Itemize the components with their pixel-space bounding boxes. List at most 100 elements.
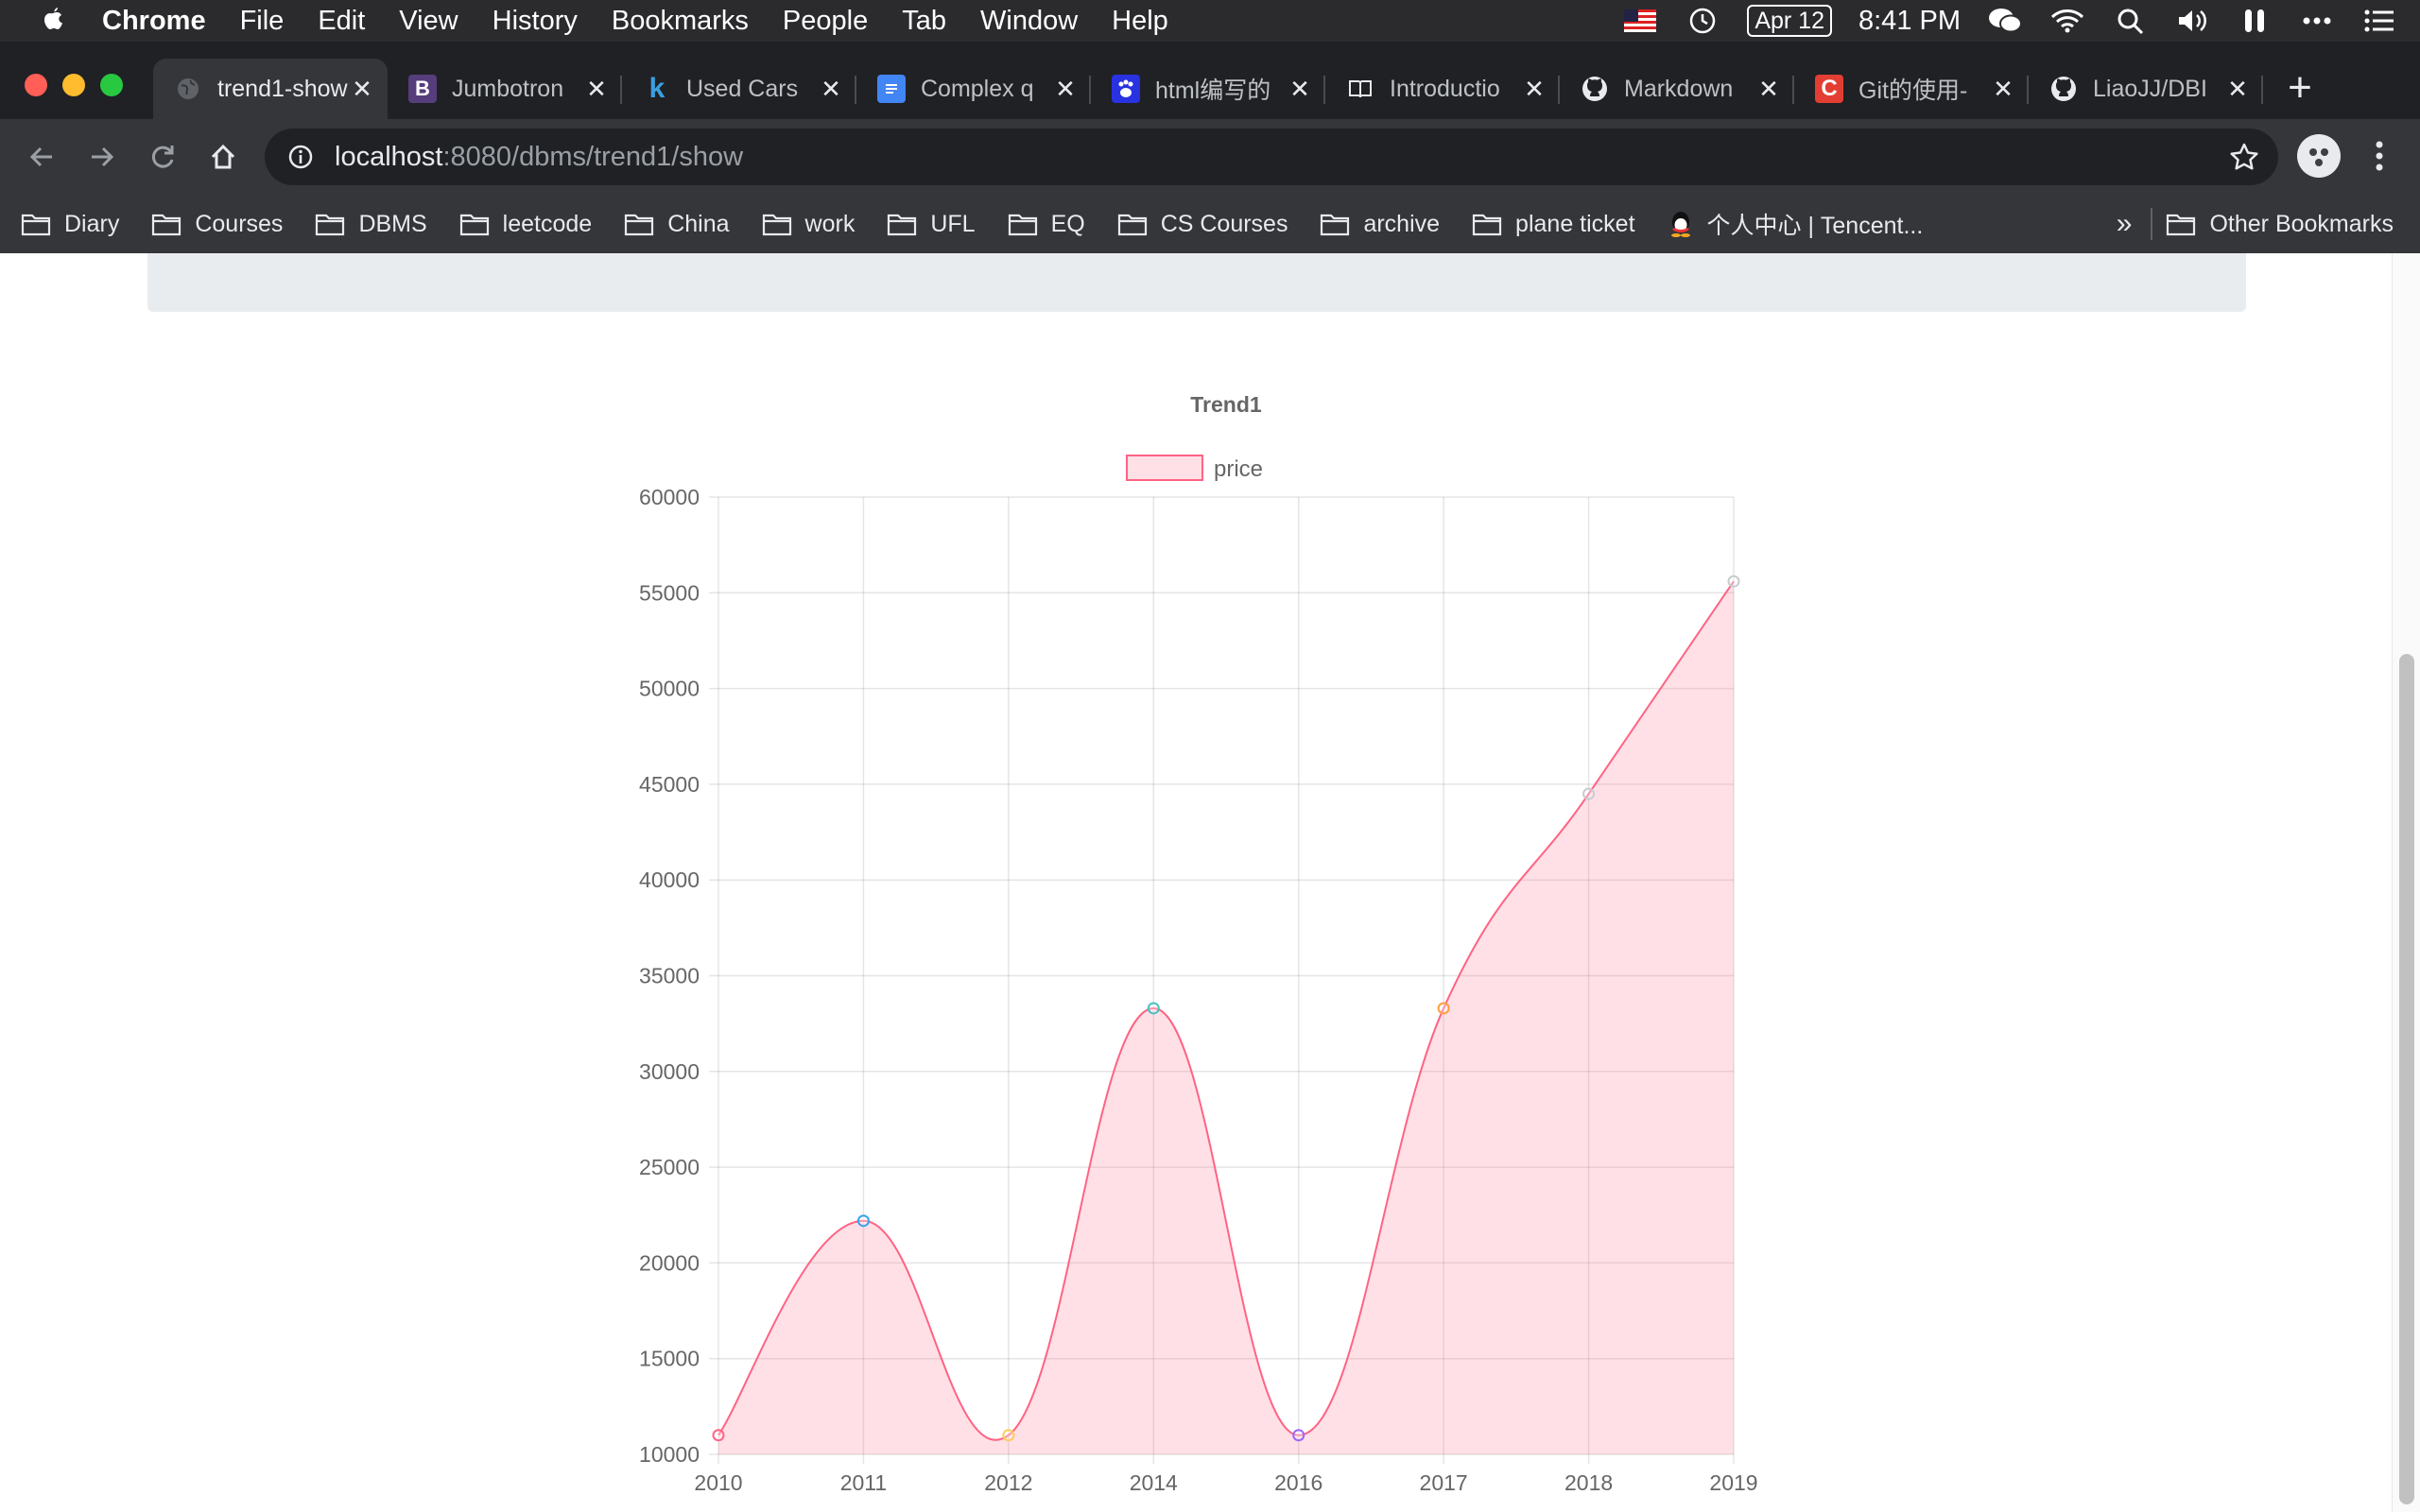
- bookmark-folder[interactable]: EQ: [1008, 211, 1085, 238]
- profile-avatar-icon[interactable]: [2297, 134, 2341, 178]
- url-text[interactable]: localhost:8080/dbms/trend1/show: [335, 142, 743, 173]
- legend-label: price: [1214, 456, 1263, 482]
- tab-title: Markdown: [1624, 75, 1734, 102]
- menu-history[interactable]: History: [493, 6, 578, 37]
- forward-button[interactable]: [78, 132, 127, 181]
- trend-chart: Trend1 price 10000 15000 20000 25000 30000 3500…: [639, 392, 1758, 1495]
- data-point: [1292, 1429, 1305, 1442]
- search-icon[interactable]: [2112, 3, 2148, 39]
- menu-tab[interactable]: Tab: [902, 6, 946, 37]
- tab-liaojj[interactable]: LiaoJJ/DBI ✕: [2029, 59, 2263, 119]
- bookmark-folder[interactable]: archive: [1320, 211, 1440, 238]
- tab-close-icon[interactable]: ✕: [1522, 75, 1547, 103]
- menu-file[interactable]: File: [240, 6, 285, 37]
- tab-introduction[interactable]: Introductio ✕: [1325, 59, 1560, 119]
- back-button[interactable]: [17, 132, 66, 181]
- tab-used-cars[interactable]: k Used Cars ✕: [622, 59, 856, 119]
- tab-close-icon[interactable]: ✕: [1053, 75, 1078, 103]
- data-point: [1582, 787, 1596, 800]
- wifi-icon[interactable]: [2049, 3, 2085, 39]
- folder-icon: [624, 212, 654, 236]
- scrollbar-thumb[interactable]: [2399, 654, 2414, 1504]
- bookmark-label: DBMS: [358, 210, 427, 237]
- tab-git[interactable]: C Git的使用- ✕: [1794, 59, 2029, 119]
- series-area-fill: [718, 581, 1734, 1454]
- window-minimize-button[interactable]: [62, 74, 85, 96]
- info-icon[interactable]: [282, 144, 320, 170]
- tab-jumbotron[interactable]: B Jumbotron ✕: [388, 59, 622, 119]
- bookmarks-bar: Diary Courses DBMS leetcode China work UFL EQ CS…: [0, 195, 2420, 253]
- chart-title: Trend1: [1190, 392, 1262, 417]
- folder-icon: [1008, 212, 1038, 236]
- bookmark-label: China: [667, 210, 730, 237]
- page-content: Trend1 price 10000 15000 20000 25000 30000 3500…: [0, 253, 2420, 1512]
- more-dots-icon[interactable]: [2299, 3, 2335, 39]
- tab-close-icon[interactable]: ✕: [1991, 75, 2015, 103]
- bookmark-folder[interactable]: China: [624, 210, 730, 238]
- github-icon: [2049, 75, 2078, 103]
- tab-close-icon[interactable]: ✕: [350, 75, 374, 103]
- x-tick-label: 2012: [984, 1470, 1032, 1495]
- bookmark-label: archive: [1363, 210, 1441, 237]
- other-bookmarks-folder[interactable]: Other Bookmarks: [2166, 211, 2394, 238]
- airpods-icon[interactable]: [2237, 3, 2273, 39]
- folder-icon: [459, 212, 490, 236]
- bookmark-folder[interactable]: Courses: [151, 211, 283, 238]
- y-tick-label: 45000: [639, 772, 700, 797]
- tab-close-icon[interactable]: ✕: [2225, 75, 2250, 103]
- menu-edit[interactable]: Edit: [318, 6, 365, 37]
- bookmark-folder[interactable]: UFL: [887, 211, 976, 238]
- tab-markdown[interactable]: Markdown ✕: [1560, 59, 1794, 119]
- date-badge[interactable]: Apr 12: [1747, 5, 1832, 37]
- tab-trend1-show[interactable]: trend1-show ✕: [153, 59, 388, 119]
- bookmark-star-icon[interactable]: [2227, 140, 2261, 174]
- window-close-button[interactable]: [25, 74, 47, 96]
- menu-view[interactable]: View: [399, 6, 458, 37]
- menu-help[interactable]: Help: [1112, 6, 1168, 37]
- bookmark-tencent[interactable]: 个人中心 | Tencent...: [1668, 207, 1923, 241]
- y-tick-label: 35000: [639, 964, 700, 988]
- tab-close-icon[interactable]: ✕: [1756, 75, 1781, 103]
- menu-bookmarks[interactable]: Bookmarks: [612, 6, 749, 37]
- bookmarks-overflow-button[interactable]: »: [2117, 208, 2133, 240]
- bookmark-folder[interactable]: leetcode: [459, 211, 592, 238]
- apple-menu-icon[interactable]: [25, 6, 79, 36]
- bookmark-folder[interactable]: Diary: [21, 211, 119, 238]
- y-tick-label: 20000: [639, 1250, 700, 1275]
- bookmark-folder[interactable]: plane ticket: [1472, 211, 1635, 238]
- data-point: [712, 1429, 725, 1442]
- docs-icon: [877, 75, 906, 103]
- home-button[interactable]: [199, 132, 248, 181]
- y-tick-label: 60000: [639, 485, 700, 509]
- scrollbar-track[interactable]: [2392, 253, 2420, 1512]
- tab-html-baidu[interactable]: html编写的 ✕: [1091, 59, 1325, 119]
- us-flag-icon[interactable]: [1622, 3, 1658, 39]
- tab-close-icon[interactable]: ✕: [1288, 75, 1312, 103]
- tab-complex-q[interactable]: Complex q ✕: [856, 59, 1091, 119]
- address-bar[interactable]: localhost:8080/dbms/trend1/show: [265, 129, 2278, 185]
- y-tick-label: 25000: [639, 1155, 700, 1179]
- bookmark-folder[interactable]: work: [762, 211, 855, 238]
- chrome-menu-icon[interactable]: [2363, 134, 2395, 178]
- bookmark-folder[interactable]: CS Courses: [1117, 211, 1288, 238]
- folder-icon: [762, 212, 792, 236]
- menu-window[interactable]: Window: [980, 6, 1078, 37]
- folder-icon: [1117, 212, 1148, 236]
- wechat-icon[interactable]: [1987, 3, 2023, 39]
- bookmark-folder[interactable]: DBMS: [315, 210, 427, 238]
- tab-close-icon[interactable]: ✕: [819, 75, 843, 103]
- volume-icon[interactable]: [2174, 3, 2210, 39]
- time-machine-icon[interactable]: [1685, 3, 1720, 39]
- x-tick-label: 2014: [1130, 1470, 1178, 1495]
- menu-people[interactable]: People: [783, 6, 868, 37]
- menu-app-name[interactable]: Chrome: [102, 6, 206, 37]
- csdn-icon: C: [1815, 75, 1843, 103]
- new-tab-button[interactable]: +: [2278, 64, 2322, 111]
- reload-button[interactable]: [138, 132, 187, 181]
- tab-title: Complex q: [921, 75, 1034, 102]
- menu-clock[interactable]: 8:41 PM: [1858, 6, 1961, 37]
- notification-center-icon[interactable]: [2361, 3, 2397, 39]
- tab-close-icon[interactable]: ✕: [584, 75, 609, 103]
- data-point: [1002, 1429, 1015, 1442]
- window-zoom-button[interactable]: [100, 74, 123, 96]
